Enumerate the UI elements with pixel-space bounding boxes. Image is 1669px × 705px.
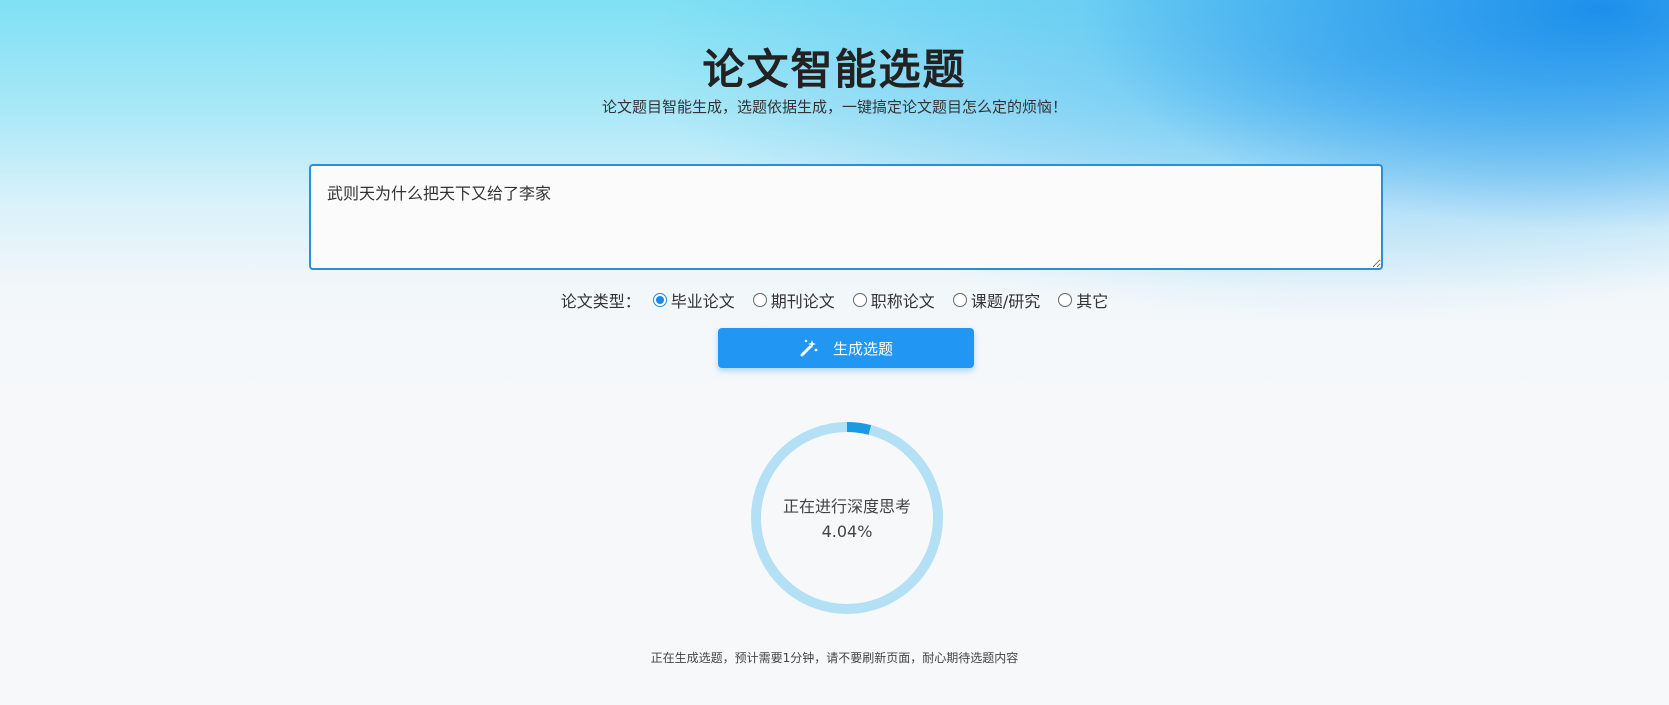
radio-button[interactable]	[852, 293, 867, 307]
paper-type-selector: 论文类型： 毕业论文 期刊论文 职称论文 课题/研究 其它	[0, 288, 1669, 312]
progress-ring: 正在进行深度思考 4.04%	[749, 420, 945, 616]
radio-option-label: 其它	[1076, 292, 1109, 311]
radio-option-journal[interactable]: 期刊论文	[752, 288, 835, 312]
topic-input[interactable]: 武则天为什么把天下又给了李家	[309, 164, 1383, 270]
magic-wand-icon	[799, 338, 819, 358]
page-subtitle: 论文题目智能生成，选题依据生成，一键搞定论文题目怎么定的烦恼！	[601, 98, 1067, 116]
progress-percent: 4.04%	[821, 522, 873, 541]
radio-button[interactable]	[752, 293, 767, 307]
radio-option-research[interactable]: 课题/研究	[952, 288, 1041, 312]
radio-option-label: 毕业论文	[670, 292, 735, 311]
radio-option-other[interactable]: 其它	[1058, 288, 1108, 312]
radio-option-label: 课题/研究	[970, 292, 1041, 311]
generate-topic-button[interactable]: 生成选题	[718, 328, 974, 368]
radio-button[interactable]	[1058, 293, 1073, 307]
generate-button-label: 生成选题	[832, 339, 893, 358]
radio-option-label: 期刊论文	[770, 292, 835, 311]
radio-option-title[interactable]: 职称论文	[852, 288, 935, 312]
page-title: 论文智能选题	[702, 45, 967, 94]
radio-button[interactable]	[652, 293, 667, 307]
generation-notice: 正在生成选题，预计需要1分钟，请不要刷新页面，耐心期待选题内容	[650, 651, 1019, 665]
progress-status: 正在进行深度思考	[782, 497, 911, 516]
radio-option-label: 职称论文	[870, 292, 935, 311]
radio-option-graduation[interactable]: 毕业论文	[652, 288, 735, 312]
radio-button[interactable]	[952, 293, 967, 307]
paper-type-label: 论文类型：	[560, 292, 641, 311]
